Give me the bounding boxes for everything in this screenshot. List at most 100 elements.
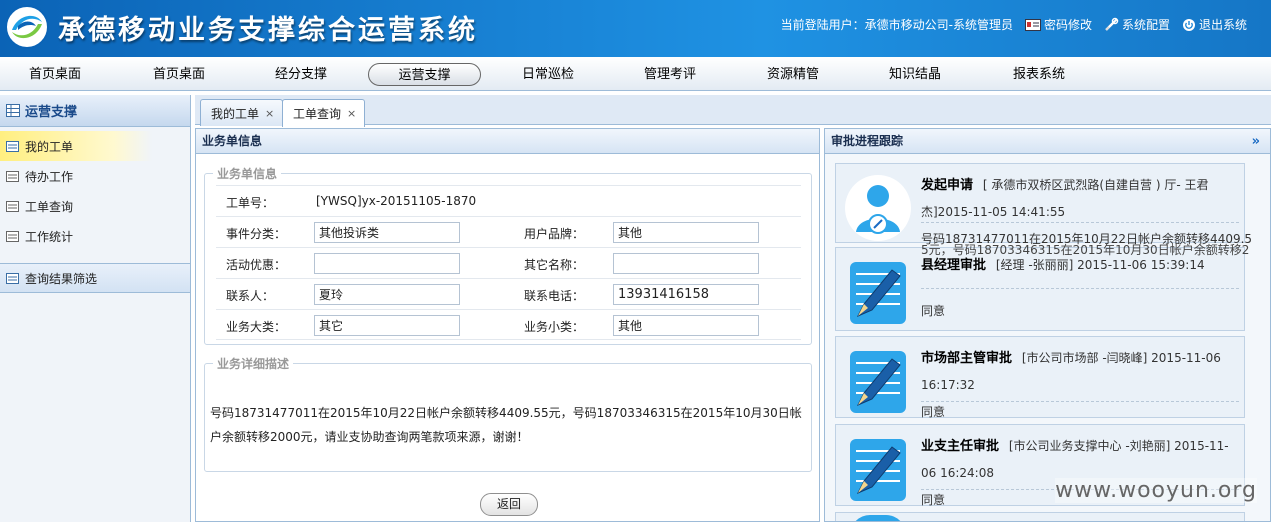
watermark: www.wooyun.org: [1055, 478, 1257, 503]
main-menu: 首页桌面 首页桌面 经分支撑 运营支撑 日常巡检 管理考评 资源精管 知识结晶 …: [0, 57, 1271, 91]
approval-step-county-manager: 5元，号码18703346315在2015年10月30日帐户余额转移2 县经理审…: [835, 243, 1249, 331]
list-icon: [6, 140, 19, 152]
promo-row: 活动优惠： 其它名称：: [216, 247, 801, 278]
approval-panel: 审批进程跟踪 » 发起申请 [ 承德市双桥区武烈路(自建自营 ) 厅- 王君杰]…: [824, 128, 1271, 522]
logout-link[interactable]: 退出系统: [1182, 16, 1247, 33]
system-config-link[interactable]: 系统配置: [1104, 16, 1170, 33]
edit-document-icon: [850, 351, 906, 413]
tools-icon: [1105, 17, 1119, 31]
collapse-right-icon[interactable]: »: [1252, 129, 1260, 154]
app-title: 承德移动业务支撑综合运营系统: [58, 15, 478, 46]
sidebar-filter-label: 查询结果筛选: [25, 271, 98, 286]
power-icon: [1182, 18, 1195, 31]
china-mobile-logo: [4, 4, 50, 53]
step-result: 同意: [921, 493, 946, 507]
divider: [921, 401, 1239, 402]
other-name-label: 其它名称：: [524, 258, 585, 272]
close-icon[interactable]: ×: [347, 107, 356, 120]
step-title: 市场部主管审批: [921, 351, 1013, 366]
tab-order-query[interactable]: 工单查询 ×: [282, 99, 366, 127]
brand-label: 用户品牌：: [524, 227, 585, 241]
menu-home-desk[interactable]: 首页桌面: [10, 63, 100, 86]
step-title: 发起申请: [921, 178, 974, 193]
divider: [921, 288, 1239, 289]
approval-title: 审批进程跟踪: [831, 134, 904, 148]
order-info-panel: 业务单信息 业务单信息 工单号： [YWSQ]yx-20151105-1870 …: [195, 128, 820, 522]
menu-analysis-support[interactable]: 经分支撑: [256, 63, 346, 86]
contact-field[interactable]: 夏玲: [314, 284, 460, 305]
sidebar-filter[interactable]: 查询结果筛选: [0, 263, 190, 293]
approval-step-submit: 发起申请 [ 承德市双桥区武烈路(自建自营 ) 厅- 王君杰]2015-11-0…: [835, 163, 1252, 246]
panel-title: 业务单信息: [196, 129, 819, 154]
step-text: 发起申请 [ 承德市双桥区武烈路(自建自营 ) 厅- 王君杰]2015-11-0…: [921, 172, 1241, 225]
promo-field[interactable]: [314, 253, 460, 274]
sidebar-title: 运营支撑: [25, 105, 78, 120]
sidebar-item-label: 待办工作: [25, 169, 74, 184]
change-password-link[interactable]: 密码修改: [1024, 16, 1092, 33]
event-type-field[interactable]: 其他投诉类: [314, 222, 460, 243]
minor-category-field[interactable]: 其他: [613, 315, 759, 336]
user-toolbar: 当前登陆用户：承德市移动公司-系统管理员 密码修改 系统配置 退出系统: [781, 16, 1247, 33]
tab-label: 工单查询: [293, 107, 342, 121]
menu-resource-management[interactable]: 资源精管: [748, 63, 838, 86]
user-avatar-icon: [850, 515, 906, 521]
menu-home-desk-2[interactable]: 首页桌面: [134, 63, 224, 86]
step-text: 市场部主管审批 [市公司市场部 -闫晓峰] 2015-11-06 16:17:3…: [921, 345, 1241, 398]
sidebar: 运营支撑 我的工单 待办工作 工单查询 工作统计 查询结果筛选: [0, 95, 191, 522]
approval-step-marketing: 市场部主管审批 [市公司市场部 -闫晓峰] 2015-11-06 16:17:3…: [835, 336, 1245, 419]
brand-field[interactable]: 其他: [613, 222, 759, 243]
change-password-label: 密码修改: [1043, 18, 1092, 32]
step-result: 同意: [921, 405, 946, 419]
order-no-label: 工单号：: [226, 196, 275, 210]
step-title: 县经理审批: [921, 258, 987, 273]
step-detail: [经理 -张丽丽] 2015-11-06 15:39:14: [995, 258, 1205, 272]
sidebar-item-todo[interactable]: 待办工作: [0, 161, 190, 191]
step-result: 同意: [921, 304, 946, 318]
sidebar-header: 运营支撑: [0, 95, 190, 127]
contact-row: 联系人： 夏玲 联系电话： 13931416158: [216, 278, 801, 309]
sidebar-item-order-query[interactable]: 工单查询: [0, 191, 190, 221]
order-info-fields: 工单号： [YWSQ]yx-20151105-1870 事件分类： 其他投诉类 …: [204, 165, 812, 345]
event-row: 事件分类： 其他投诉类 用户品牌： 其他: [216, 216, 801, 247]
category-row: 业务大类： 其它 业务小类： 其他: [216, 309, 801, 340]
menu-daily-inspection[interactable]: 日常巡检: [503, 63, 593, 86]
promo-label: 活动优惠：: [226, 258, 287, 272]
tab-label: 我的工单: [211, 106, 260, 121]
event-type-label: 事件分类：: [226, 227, 287, 241]
edit-document-icon: [850, 439, 906, 501]
other-name-field[interactable]: [613, 253, 759, 274]
order-no-value: [YWSQ]yx-20151105-1870: [316, 194, 477, 208]
logout-label: 退出系统: [1198, 18, 1247, 32]
sidebar-item-work-stats[interactable]: 工作统计: [0, 221, 190, 251]
divider: [921, 222, 1239, 223]
description-body: 号码18731477011在2015年10月22日帐户余额转移4409.55元，…: [196, 355, 816, 472]
user-avatar-icon: [845, 175, 911, 241]
menu-knowledge[interactable]: 知识结晶: [870, 63, 960, 86]
sidebar-item-label: 我的工单: [25, 139, 74, 154]
back-button[interactable]: 返回: [480, 493, 538, 516]
minor-category-label: 业务小类：: [524, 320, 585, 334]
menu-operation-support[interactable]: 运营支撑: [368, 63, 481, 86]
list-icon: [6, 170, 19, 182]
tab-bar: 我的工单 × 工单查询 ×: [195, 95, 1271, 127]
list-icon: [6, 200, 19, 212]
major-category-field[interactable]: 其它: [314, 315, 460, 336]
sidebar-item-my-orders[interactable]: 我的工单: [0, 131, 190, 161]
app-header: 承德移动业务支撑综合运营系统 当前登陆用户：承德市移动公司-系统管理员 密码修改…: [0, 0, 1271, 57]
current-user-text: 当前登陆用户：承德市移动公司-系统管理员: [780, 18, 1013, 32]
contact-label: 联系人：: [226, 289, 275, 303]
tab-my-orders[interactable]: 我的工单 ×: [200, 99, 284, 126]
list-icon: [6, 230, 19, 242]
sidebar-item-label: 工作统计: [25, 229, 74, 244]
approval-header: 审批进程跟踪 »: [825, 129, 1270, 154]
menu-management-evaluation[interactable]: 管理考评: [625, 63, 715, 86]
grid-icon: [6, 104, 20, 117]
menu-reports[interactable]: 报表系统: [994, 63, 1084, 86]
list-icon: [6, 272, 19, 284]
phone-field[interactable]: 13931416158: [613, 284, 759, 305]
step-text: 县经理审批 [经理 -张丽丽] 2015-11-06 15:39:14: [921, 252, 1241, 279]
close-icon[interactable]: ×: [265, 107, 274, 120]
phone-label: 联系电话：: [524, 289, 585, 303]
id-card-icon: [1024, 18, 1041, 31]
sidebar-item-label: 工单查询: [25, 199, 74, 214]
